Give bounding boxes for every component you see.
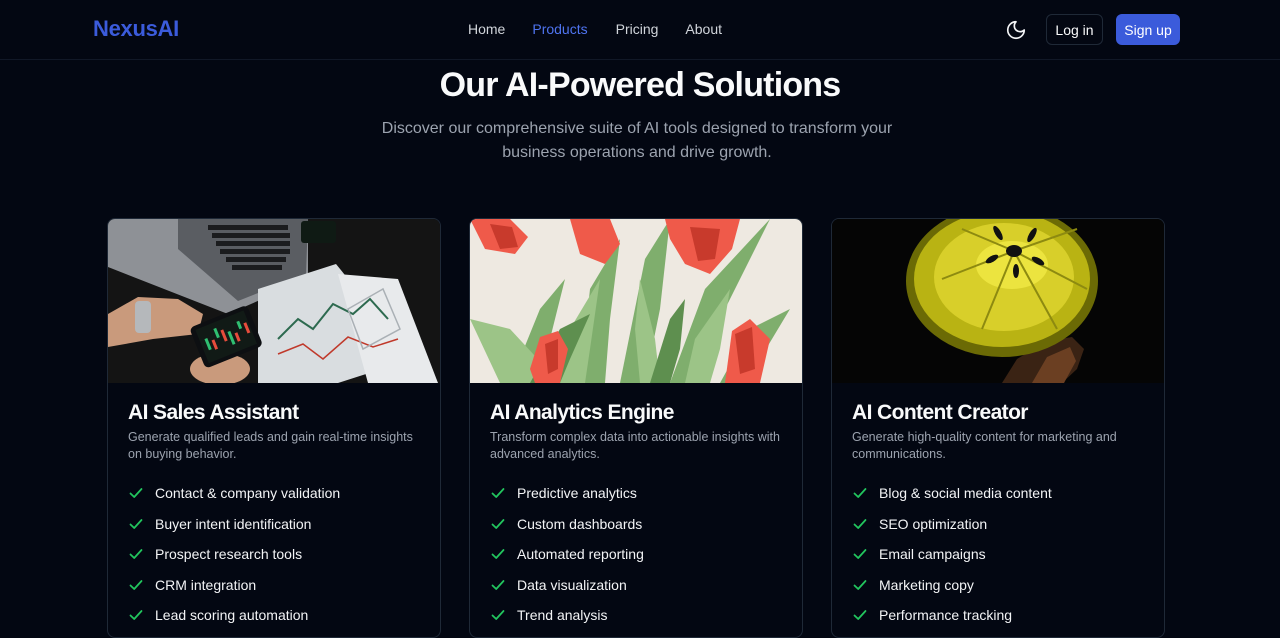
feature-list: Contact & company validation Buyer inten… (128, 484, 340, 637)
card-description: Generate qualified leads and gain real-t… (128, 430, 413, 461)
feature-item: CRM integration (128, 576, 340, 607)
nav-link-home[interactable]: Home (468, 21, 505, 37)
feature-label: Contact & company validation (155, 485, 341, 501)
product-card-analytics[interactable]: AI Analytics Engine Transform complex da… (469, 218, 803, 638)
check-icon (491, 610, 505, 620)
check-icon (491, 549, 505, 559)
product-card-sales[interactable]: AI Sales Assistant Generate qualified le… (107, 218, 441, 638)
feature-item: Prospect research tools (128, 545, 340, 576)
feature-label: Data visualization (517, 576, 627, 593)
check-icon (129, 518, 143, 529)
card-description: Generate high-quality content for market… (852, 430, 1117, 461)
nav-links: Home Products Pricing About (468, 21, 749, 37)
feature-item: Email campaigns (852, 545, 1052, 576)
feature-label: Marketing copy (879, 576, 974, 593)
top-navbar: NexusAI Home Products Pricing About Log … (0, 0, 1280, 60)
check-icon (491, 488, 505, 498)
feature-item: Trend analysis (490, 606, 644, 637)
login-button[interactable]: Log in (1046, 14, 1103, 45)
feature-label: Prospect research tools (155, 546, 303, 562)
feature-item: Data visualization (490, 576, 644, 607)
feature-label: Buyer intent identification (155, 515, 312, 532)
card-title: AI Analytics Engine (490, 401, 674, 424)
feature-label: Trend analysis (517, 607, 608, 623)
card-title: AI Content Creator (852, 401, 1028, 424)
feature-label: Automated reporting (517, 546, 644, 562)
feature-list: Blog & social media content SEO optimiza… (852, 484, 1052, 637)
check-icon (129, 488, 143, 498)
card-description: Transform complex data into actionable i… (490, 430, 780, 461)
feature-list: Predictive analytics Custom dashboards A… (490, 484, 644, 637)
feature-label: Blog & social media content (879, 485, 1052, 501)
feature-label: SEO optimization (879, 515, 988, 532)
nav-link-products[interactable]: Products (532, 21, 587, 37)
page-title: Our AI-Powered Solutions (439, 66, 842, 104)
feature-item: Predictive analytics (490, 484, 644, 515)
check-icon (853, 488, 867, 498)
feature-label: Custom dashboards (517, 515, 643, 532)
feature-item: Contact & company validation (128, 484, 340, 515)
feature-label: Lead scoring automation (155, 607, 309, 623)
sales-card-image (108, 219, 440, 383)
feature-item: Lead scoring automation (128, 606, 340, 637)
theme-toggle-moon-icon[interactable] (1005, 19, 1027, 41)
feature-label: Performance tracking (879, 607, 1013, 623)
feature-item: SEO optimization (852, 515, 1052, 546)
content-card-image (832, 219, 1164, 383)
card-title: AI Sales Assistant (128, 401, 299, 424)
feature-label: Email campaigns (879, 546, 986, 562)
feature-item: Automated reporting (490, 545, 644, 576)
feature-item: Blog & social media content (852, 484, 1052, 515)
check-icon (129, 610, 143, 620)
signup-button[interactable]: Sign up (1116, 14, 1180, 45)
check-icon (853, 610, 867, 620)
feature-label: CRM integration (155, 576, 257, 593)
page-subtitle: Discover our comprehensive suite of AI t… (381, 120, 893, 161)
check-icon (491, 518, 505, 529)
check-icon (853, 518, 867, 529)
feature-label: Predictive analytics (517, 485, 637, 501)
analytics-card-image (470, 219, 802, 383)
check-icon (853, 549, 867, 559)
feature-item: Custom dashboards (490, 515, 644, 546)
feature-item: Marketing copy (852, 576, 1052, 607)
product-card-content[interactable]: AI Content Creator Generate high-quality… (831, 218, 1165, 638)
nav-link-about[interactable]: About (685, 21, 722, 37)
check-icon (853, 579, 867, 590)
check-icon (491, 579, 505, 590)
check-icon (129, 579, 143, 590)
feature-item: Buyer intent identification (128, 515, 340, 546)
feature-item: Performance tracking (852, 606, 1052, 637)
logo[interactable]: NexusAI (93, 16, 179, 42)
check-icon (129, 549, 143, 559)
nav-link-pricing[interactable]: Pricing (616, 21, 659, 37)
